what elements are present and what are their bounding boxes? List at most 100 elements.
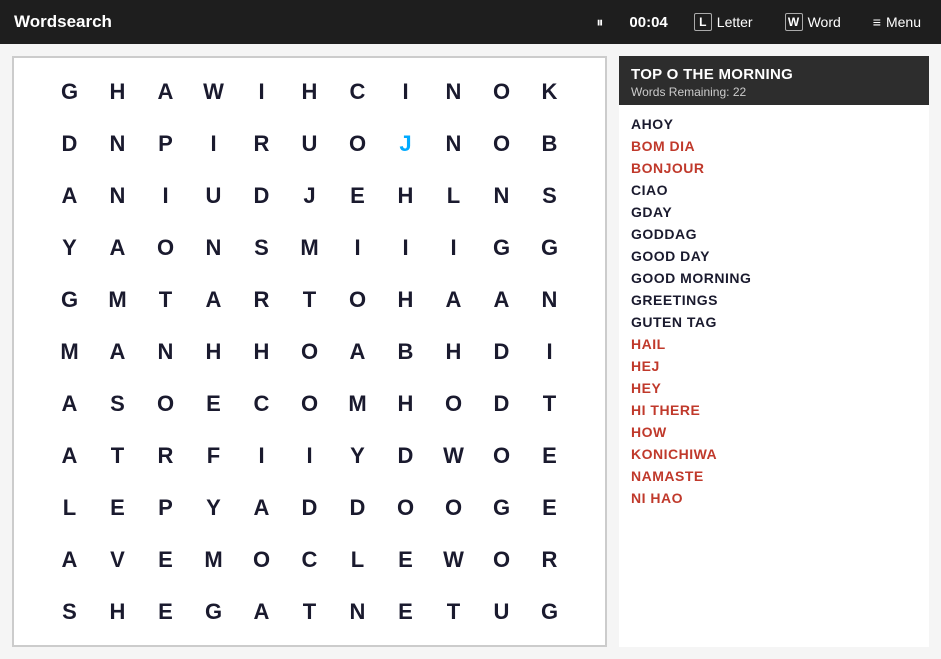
grid-cell[interactable]: F (190, 430, 238, 482)
word-item[interactable]: GOOD DAY (631, 245, 917, 267)
grid-cell[interactable]: H (382, 170, 430, 222)
grid-cell[interactable]: B (526, 118, 574, 170)
grid-cell[interactable]: I (190, 118, 238, 170)
grid-cell[interactable]: G (46, 274, 94, 326)
grid-cell[interactable]: K (526, 66, 574, 118)
grid-cell[interactable]: I (382, 66, 430, 118)
grid-cell[interactable]: O (430, 482, 478, 534)
grid-cell[interactable]: I (142, 170, 190, 222)
grid-cell[interactable]: O (286, 378, 334, 430)
grid-cell[interactable]: E (142, 586, 190, 638)
letter-mode-button[interactable]: L Letter (688, 11, 759, 33)
grid-cell[interactable]: H (286, 66, 334, 118)
word-item[interactable]: BONJOUR (631, 157, 917, 179)
grid-cell[interactable]: T (286, 274, 334, 326)
grid-cell[interactable]: E (94, 482, 142, 534)
word-item[interactable]: NAMASTE (631, 465, 917, 487)
grid-cell[interactable]: W (430, 534, 478, 586)
grid-cell[interactable]: H (94, 586, 142, 638)
grid-cell[interactable]: T (286, 586, 334, 638)
grid-cell[interactable]: O (334, 118, 382, 170)
grid-cell[interactable]: R (238, 274, 286, 326)
grid-cell[interactable]: C (238, 378, 286, 430)
grid-cell[interactable]: O (478, 430, 526, 482)
word-list[interactable]: AHOYBOM DIABONJOURCIAOGDAYGODDAGGOOD DAY… (619, 105, 929, 647)
grid-cell[interactable]: H (382, 378, 430, 430)
grid-cell[interactable]: A (46, 170, 94, 222)
grid-cell[interactable]: I (238, 66, 286, 118)
grid-cell[interactable]: Y (190, 482, 238, 534)
grid-cell[interactable]: G (526, 586, 574, 638)
grid-cell[interactable]: O (286, 326, 334, 378)
grid-cell[interactable]: O (142, 222, 190, 274)
grid-cell[interactable]: J (286, 170, 334, 222)
grid-cell[interactable]: C (286, 534, 334, 586)
grid-cell[interactable]: D (478, 326, 526, 378)
grid-cell[interactable]: O (478, 66, 526, 118)
word-item[interactable]: BOM DIA (631, 135, 917, 157)
grid-cell[interactable]: A (46, 534, 94, 586)
word-item[interactable]: HEY (631, 377, 917, 399)
grid-cell[interactable]: D (334, 482, 382, 534)
grid-cell[interactable]: R (238, 118, 286, 170)
grid-cell[interactable]: G (190, 586, 238, 638)
grid-cell[interactable]: T (526, 378, 574, 430)
grid-cell[interactable]: N (334, 586, 382, 638)
grid-cell[interactable]: M (286, 222, 334, 274)
grid-cell[interactable]: O (478, 534, 526, 586)
word-item[interactable]: HOW (631, 421, 917, 443)
grid-cell[interactable]: P (142, 118, 190, 170)
grid-cell[interactable]: E (526, 482, 574, 534)
grid-cell[interactable]: G (526, 222, 574, 274)
grid-cell[interactable]: W (190, 66, 238, 118)
grid-cell[interactable]: U (478, 586, 526, 638)
word-item[interactable]: CIAO (631, 179, 917, 201)
grid-cell[interactable]: A (94, 222, 142, 274)
grid-cell[interactable]: S (526, 170, 574, 222)
grid-cell[interactable]: H (190, 326, 238, 378)
grid-cell[interactable]: T (430, 586, 478, 638)
grid-cell[interactable]: A (142, 66, 190, 118)
word-item[interactable]: HAIL (631, 333, 917, 355)
grid-cell[interactable]: C (334, 66, 382, 118)
grid-cell[interactable]: N (190, 222, 238, 274)
grid-cell[interactable]: N (478, 170, 526, 222)
grid-cell[interactable]: G (478, 482, 526, 534)
grid-cell[interactable]: H (382, 274, 430, 326)
grid-cell[interactable]: O (238, 534, 286, 586)
grid-cell[interactable]: U (190, 170, 238, 222)
grid-cell[interactable]: I (382, 222, 430, 274)
grid-cell[interactable]: L (430, 170, 478, 222)
grid-cell[interactable]: A (238, 586, 286, 638)
grid-cell[interactable]: S (238, 222, 286, 274)
grid-cell[interactable]: O (478, 118, 526, 170)
word-item[interactable]: AHOY (631, 113, 917, 135)
word-item[interactable]: GUTEN TAG (631, 311, 917, 333)
grid-cell[interactable]: D (286, 482, 334, 534)
word-item[interactable]: GDAY (631, 201, 917, 223)
grid-cell[interactable]: N (526, 274, 574, 326)
grid-cell[interactable]: O (430, 378, 478, 430)
grid-cell[interactable]: M (334, 378, 382, 430)
grid-cell[interactable]: I (430, 222, 478, 274)
grid-cell[interactable]: E (190, 378, 238, 430)
grid-cell[interactable]: A (238, 482, 286, 534)
grid-cell[interactable]: O (334, 274, 382, 326)
grid-cell[interactable]: D (46, 118, 94, 170)
grid-cell[interactable]: A (478, 274, 526, 326)
grid-cell[interactable]: N (142, 326, 190, 378)
word-item[interactable]: NI HAO (631, 487, 917, 509)
grid-cell[interactable]: A (46, 378, 94, 430)
grid-cell[interactable]: J (382, 118, 430, 170)
grid-cell[interactable]: O (382, 482, 430, 534)
grid-cell[interactable]: I (238, 430, 286, 482)
grid-cell[interactable]: T (142, 274, 190, 326)
word-mode-button[interactable]: W Word (779, 11, 847, 33)
grid-cell[interactable]: O (142, 378, 190, 430)
word-item[interactable]: GOOD MORNING (631, 267, 917, 289)
grid-cell[interactable]: E (334, 170, 382, 222)
grid-cell[interactable]: A (94, 326, 142, 378)
word-item[interactable]: GREETINGS (631, 289, 917, 311)
grid-cell[interactable]: R (526, 534, 574, 586)
grid-cell[interactable]: I (286, 430, 334, 482)
